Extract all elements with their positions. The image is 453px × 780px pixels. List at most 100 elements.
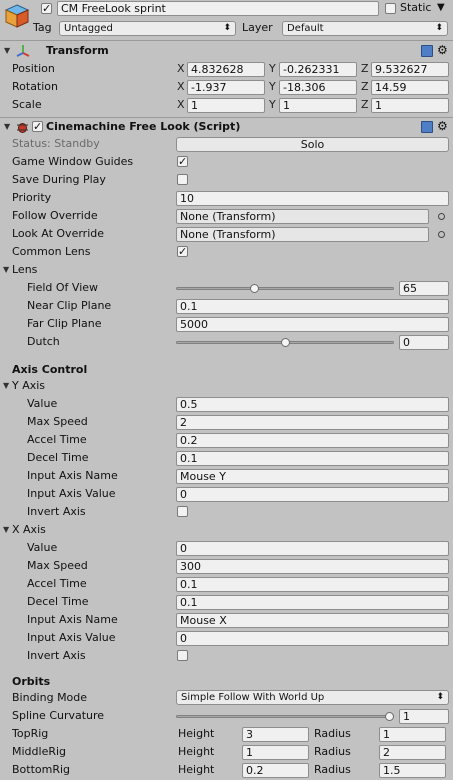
gear-icon[interactable]: ⚙ bbox=[437, 119, 448, 133]
save-during-play-label: Save During Play bbox=[12, 173, 106, 186]
x-value-field[interactable]: 0 bbox=[176, 541, 449, 556]
foldout-arrow-icon[interactable]: ▼ bbox=[4, 44, 10, 58]
x-input-axis-name-field[interactable]: Mouse X bbox=[176, 613, 449, 628]
position-z-field[interactable]: 9.532627 bbox=[371, 62, 449, 77]
y-input-axis-value-field[interactable]: 0 bbox=[176, 487, 449, 502]
y-input-axis-name-field[interactable]: Mouse Y bbox=[176, 469, 449, 484]
spline-curvature-slider-thumb[interactable] bbox=[385, 712, 394, 721]
help-book-icon[interactable] bbox=[421, 45, 433, 57]
freelook-header[interactable]: ▼ ✓ Cinemachine Free Look (Script) ⚙ bbox=[0, 119, 453, 135]
x-input-axis-name-label: Input Axis Name bbox=[27, 613, 118, 626]
fov-field[interactable]: 65 bbox=[399, 281, 449, 296]
gameobject-name-input[interactable]: CM FreeLook sprint bbox=[57, 1, 379, 16]
bottom-rig-height-field[interactable]: 0.2 bbox=[242, 763, 309, 778]
scale-label: Scale bbox=[12, 98, 42, 111]
y-decel-time-field[interactable]: 0.1 bbox=[176, 451, 449, 466]
x-axis-label: X bbox=[177, 62, 185, 75]
height-label: Height bbox=[178, 763, 215, 776]
solo-button[interactable]: Solo bbox=[176, 137, 449, 152]
y-axis-foldout-arrow-icon[interactable]: ▼ bbox=[3, 379, 9, 393]
dutch-slider-thumb[interactable] bbox=[281, 338, 290, 347]
x-max-speed-field[interactable]: 300 bbox=[176, 559, 449, 574]
rotation-x-field[interactable]: -1.937 bbox=[187, 80, 265, 95]
object-picker-icon[interactable] bbox=[438, 213, 445, 220]
common-lens-label: Common Lens bbox=[12, 245, 91, 258]
help-book-icon[interactable] bbox=[421, 121, 433, 133]
freelook-title: Cinemachine Free Look (Script) bbox=[46, 120, 241, 133]
fov-slider-track[interactable] bbox=[176, 287, 394, 290]
near-clip-field[interactable]: 0.1 bbox=[176, 299, 449, 314]
spline-curvature-label: Spline Curvature bbox=[12, 709, 105, 722]
component-enabled-checkbox[interactable]: ✓ bbox=[32, 121, 43, 132]
spline-curvature-slider-track[interactable] bbox=[176, 715, 394, 718]
y-axis-label: Y bbox=[269, 80, 276, 93]
y-value-field[interactable]: 0.5 bbox=[176, 397, 449, 412]
game-window-guides-label: Game Window Guides bbox=[12, 155, 134, 168]
x-input-axis-value-field[interactable]: 0 bbox=[176, 631, 449, 646]
fov-label: Field Of View bbox=[27, 281, 99, 294]
layer-value: Default bbox=[287, 23, 324, 34]
priority-field[interactable]: 10 bbox=[176, 191, 449, 206]
transform-row-rotation: Rotation X -1.937 Y -18.306 Z 14.59 bbox=[0, 80, 453, 96]
static-dropdown-arrow-icon[interactable]: ▼ bbox=[437, 1, 445, 15]
rotation-z-field[interactable]: 14.59 bbox=[371, 80, 449, 95]
middle-rig-radius-field[interactable]: 2 bbox=[379, 745, 446, 760]
bottom-rig-radius-field[interactable]: 1.5 bbox=[379, 763, 446, 778]
rotation-y-field[interactable]: -18.306 bbox=[279, 80, 357, 95]
foldout-arrow-icon[interactable]: ▼ bbox=[4, 120, 10, 134]
top-rig-height-field[interactable]: 3 bbox=[242, 727, 309, 742]
y-max-speed-field[interactable]: 2 bbox=[176, 415, 449, 430]
x-decel-time-label: Decel Time bbox=[27, 595, 89, 608]
x-axis-foldout-arrow-icon[interactable]: ▼ bbox=[3, 523, 9, 537]
dutch-field[interactable]: 0 bbox=[399, 335, 449, 350]
game-window-guides-checkbox[interactable]: ✓ bbox=[177, 156, 188, 167]
y-invert-axis-label: Invert Axis bbox=[27, 505, 86, 518]
y-invert-axis-checkbox[interactable] bbox=[177, 506, 188, 517]
x-axis-label[interactable]: X Axis bbox=[12, 523, 46, 537]
middle-rig-height-field[interactable]: 1 bbox=[242, 745, 309, 760]
look-at-override-label: Look At Override bbox=[12, 227, 104, 240]
layer-dropdown[interactable]: Default ⬍ bbox=[282, 21, 448, 36]
fov-slider-thumb[interactable] bbox=[250, 284, 259, 293]
y-accel-time-field[interactable]: 0.2 bbox=[176, 433, 449, 448]
x-value-label: Value bbox=[27, 541, 58, 554]
tag-dropdown[interactable]: Untagged ⬍ bbox=[59, 21, 236, 36]
scale-z-field[interactable]: 1 bbox=[371, 98, 449, 113]
gameobject-cube-icon bbox=[4, 3, 30, 29]
far-clip-field[interactable]: 5000 bbox=[176, 317, 449, 332]
layer-label: Layer bbox=[242, 21, 273, 34]
orbits-heading: Orbits bbox=[12, 675, 51, 688]
x-invert-axis-checkbox[interactable] bbox=[177, 650, 188, 661]
divider bbox=[0, 117, 453, 118]
y-max-speed-label: Max Speed bbox=[27, 415, 88, 428]
axis-control-heading: Axis Control bbox=[12, 363, 88, 376]
lens-foldout-arrow-icon[interactable]: ▼ bbox=[3, 263, 9, 277]
common-lens-checkbox[interactable]: ✓ bbox=[177, 246, 188, 257]
scale-y-field[interactable]: 1 bbox=[279, 98, 357, 113]
position-y-field[interactable]: -0.262331 bbox=[279, 62, 357, 77]
z-axis-label: Z bbox=[361, 98, 369, 111]
scale-x-field[interactable]: 1 bbox=[187, 98, 265, 113]
spline-curvature-field[interactable]: 1 bbox=[399, 709, 449, 724]
gameobject-header: ✓ CM FreeLook sprint Static ▼ Tag Untagg… bbox=[0, 0, 453, 40]
active-checkbox[interactable]: ✓ bbox=[41, 3, 52, 14]
y-axis-label[interactable]: Y Axis bbox=[12, 379, 45, 393]
top-rig-radius-field[interactable]: 1 bbox=[379, 727, 446, 742]
lens-label[interactable]: Lens bbox=[12, 263, 37, 277]
x-decel-time-field[interactable]: 0.1 bbox=[176, 595, 449, 610]
object-picker-icon[interactable] bbox=[438, 231, 445, 238]
save-during-play-checkbox[interactable] bbox=[177, 174, 188, 185]
tag-value: Untagged bbox=[64, 23, 113, 34]
radius-label: Radius bbox=[314, 745, 351, 758]
x-accel-time-field[interactable]: 0.1 bbox=[176, 577, 449, 592]
binding-mode-dropdown[interactable]: Simple Follow With World Up ⬍ bbox=[176, 690, 449, 705]
position-x-field[interactable]: 4.832628 bbox=[187, 62, 265, 77]
binding-mode-label: Binding Mode bbox=[12, 691, 88, 704]
follow-override-field[interactable]: None (Transform) bbox=[176, 209, 429, 224]
x-input-axis-value-label: Input Axis Value bbox=[27, 631, 116, 644]
transform-header[interactable]: ▼ Transform ⚙ bbox=[0, 43, 453, 59]
radius-label: Radius bbox=[314, 763, 351, 776]
look-at-override-field[interactable]: None (Transform) bbox=[176, 227, 429, 242]
gear-icon[interactable]: ⚙ bbox=[437, 43, 448, 57]
static-checkbox[interactable] bbox=[385, 3, 396, 14]
